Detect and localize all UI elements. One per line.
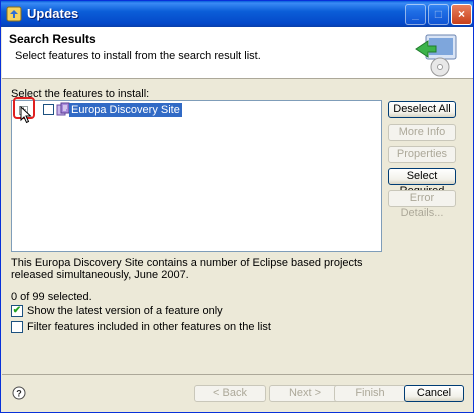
wizard-update-icon: [415, 34, 457, 77]
deselect-all-button[interactable]: Deselect All: [388, 101, 456, 118]
page-description: Select features to install from the sear…: [15, 50, 261, 62]
back-button[interactable]: < Back: [194, 385, 266, 402]
properties-button[interactable]: Properties: [388, 146, 456, 163]
minimize-icon: _: [412, 7, 419, 21]
app-icon: [6, 6, 22, 22]
select-required-button[interactable]: Select Required: [388, 168, 456, 197]
more-info-button[interactable]: More Info: [388, 124, 456, 141]
latest-version-checkbox[interactable]: ✔: [11, 305, 23, 317]
features-tree[interactable]: + Europa Discovery Site: [11, 100, 382, 252]
tree-item-checkbox[interactable]: [43, 104, 54, 115]
site-icon: [56, 102, 70, 116]
checkmark-icon: ✔: [12, 305, 22, 316]
site-description: This Europa Discovery Site contains a nu…: [11, 257, 363, 281]
cursor-icon: [20, 106, 32, 124]
filter-included-label[interactable]: Filter features included in other featur…: [27, 321, 271, 333]
page-title: Search Results: [9, 32, 96, 46]
title-bar[interactable]: Updates _ □ ×: [1, 1, 473, 27]
tree-row[interactable]: + Europa Discovery Site: [12, 101, 381, 119]
selection-count: 0 of 99 selected.: [11, 291, 92, 303]
svg-text:?: ?: [16, 389, 22, 399]
wizard-header: Search Results Select features to instal…: [2, 27, 473, 79]
minimize-button[interactable]: _: [405, 4, 426, 25]
error-details-button[interactable]: Error Details...: [388, 190, 456, 219]
window-title: Updates: [27, 6, 79, 21]
footer-divider: [2, 374, 473, 375]
updates-dialog: Updates _ □ × Search Results Select feat…: [0, 0, 474, 413]
maximize-button[interactable]: □: [428, 4, 449, 25]
maximize-icon: □: [434, 7, 443, 21]
filter-included-checkbox[interactable]: [11, 321, 23, 333]
help-icon[interactable]: ?: [12, 386, 26, 400]
close-icon: ×: [457, 7, 465, 21]
cancel-button[interactable]: Cancel: [404, 385, 464, 402]
latest-version-label[interactable]: Show the latest version of a feature onl…: [27, 305, 223, 317]
close-button[interactable]: ×: [451, 4, 472, 25]
finish-button[interactable]: Finish: [334, 385, 406, 402]
next-button[interactable]: Next >: [269, 385, 341, 402]
tree-item-label[interactable]: Europa Discovery Site: [69, 103, 182, 117]
